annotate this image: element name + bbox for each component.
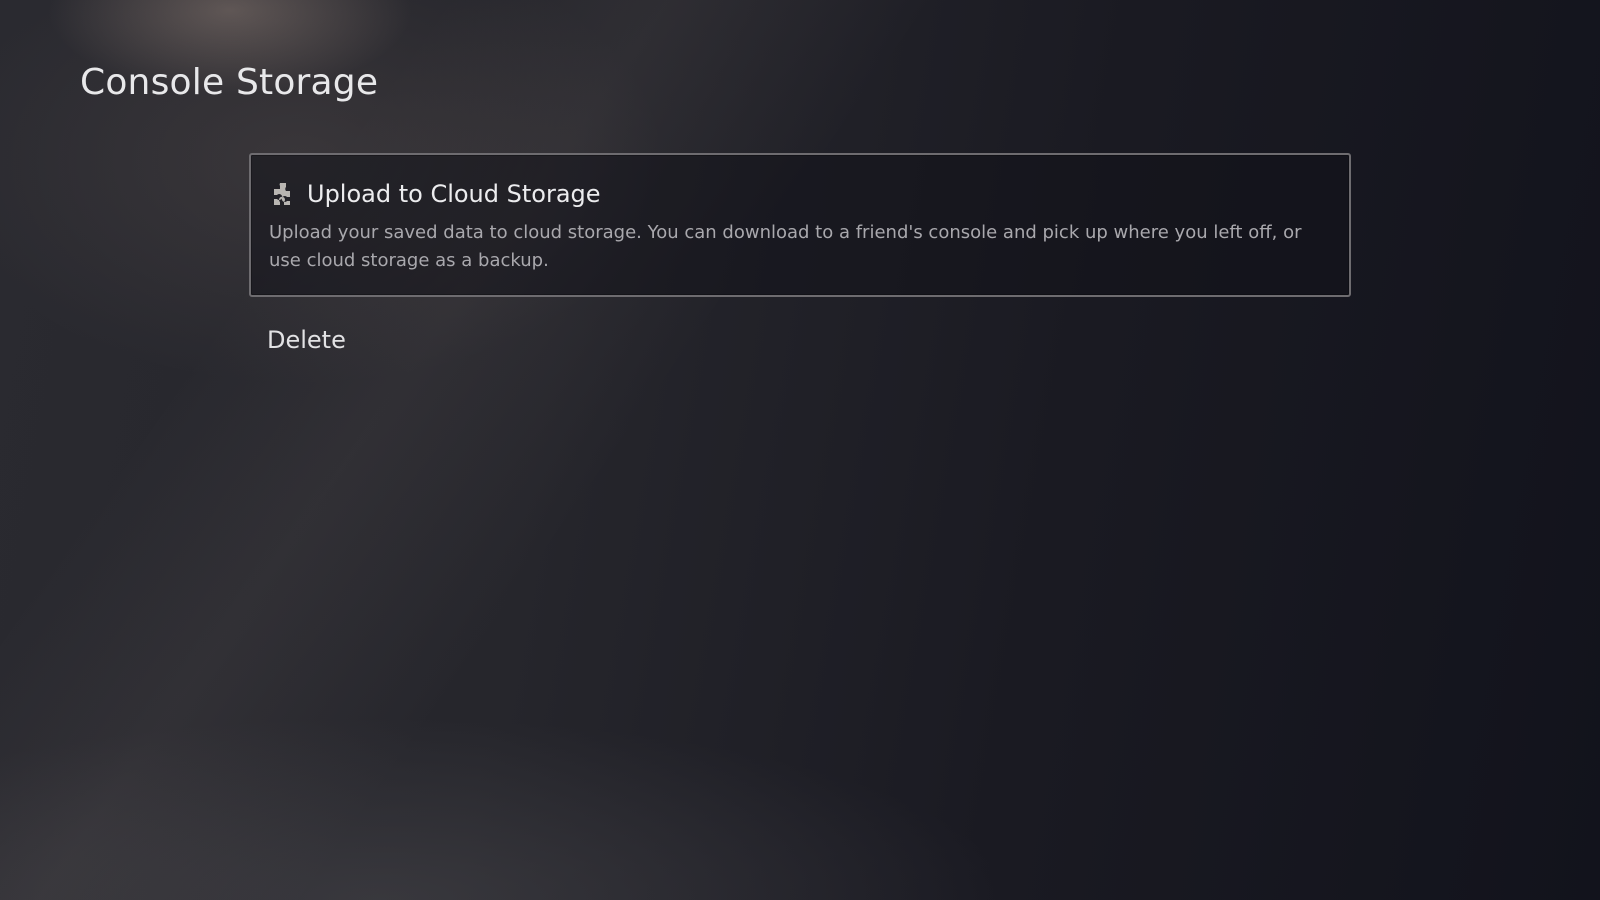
option-header: Upload to Cloud Storage: [269, 177, 1331, 211]
upload-option-description: Upload your saved data to cloud storage.…: [269, 222, 1302, 271]
page-title: Console Storage: [80, 62, 379, 103]
upload-to-cloud-storage-option[interactable]: Upload to Cloud Storage Upload your save…: [249, 153, 1351, 297]
delete-option[interactable]: Delete: [249, 323, 1351, 357]
puzzle-piece-icon: [274, 183, 290, 205]
background-light-beam: [0, 0, 1600, 900]
options-list: Upload to Cloud Storage Upload your save…: [249, 153, 1351, 357]
upload-option-label: Upload to Cloud Storage: [307, 180, 601, 208]
